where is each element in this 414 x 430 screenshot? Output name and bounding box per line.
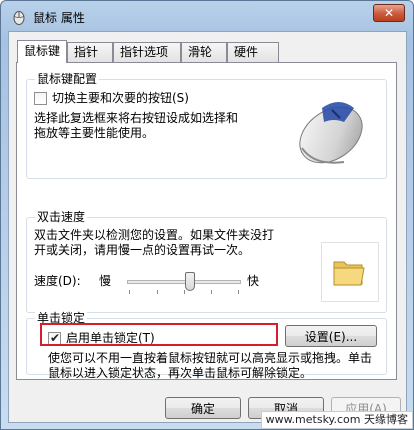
slow-label: 慢 xyxy=(99,274,112,288)
slider-tick xyxy=(157,290,158,294)
button-config-title: 鼠标键配置 xyxy=(35,72,100,86)
tab-wheel[interactable]: 滑轮 xyxy=(181,42,227,62)
test-folder-area[interactable] xyxy=(321,242,379,302)
switch-buttons-checkbox[interactable] xyxy=(34,92,47,105)
mouse-illustration xyxy=(299,102,363,164)
speed-slider-thumb[interactable] xyxy=(185,272,195,291)
speed-label: 速度(D): xyxy=(34,274,81,288)
click-lock-settings-button[interactable]: 设置(E)... xyxy=(285,325,377,347)
close-icon: ✕ xyxy=(383,6,395,20)
slider-tick xyxy=(238,290,239,294)
switch-buttons-label[interactable]: 切换主要和次要的按钮(S) xyxy=(52,91,189,106)
fast-label: 快 xyxy=(247,274,260,288)
mouse-icon xyxy=(13,11,25,25)
tab-buttons[interactable]: 鼠标键 xyxy=(17,40,67,63)
folder-icon[interactable] xyxy=(332,256,366,288)
tab-pointer-options[interactable]: 指针选项 xyxy=(113,42,181,62)
double-click-description: 双击文件夹以检测您的设置。如果文件夹没打开或关闭，请用慢一点的设置再试一次。 xyxy=(34,228,275,257)
slider-tick xyxy=(129,290,130,294)
double-click-group: 双击速度 双击文件夹以检测您的设置。如果文件夹没打开或关闭，请用慢一点的设置再试… xyxy=(26,210,387,313)
title-bar[interactable]: 鼠标 属性 ✕ xyxy=(1,1,413,31)
double-click-title: 双击速度 xyxy=(35,210,88,224)
speed-slider-track[interactable] xyxy=(127,280,241,284)
tab-hardware[interactable]: 硬件 xyxy=(227,42,279,62)
button-config-group: 鼠标键配置 切换主要和次要的按钮(S) 选择此复选框来将右按钮设成如选择和拖放等… xyxy=(26,72,387,179)
watermark: www.metsky.com 天缘博客 xyxy=(260,411,413,429)
slider-tick xyxy=(184,290,185,294)
highlight-frame xyxy=(40,323,278,346)
ok-button[interactable]: 确定 xyxy=(165,397,241,419)
tab-pointers[interactable]: 指针 xyxy=(67,42,113,62)
dialog-body: 鼠标键 指针 指针选项 滑轮 硬件 鼠标键配置 切换主要和次要的按钮(S) 选择… xyxy=(8,31,407,423)
tab-panel: 鼠标键配置 切换主要和次要的按钮(S) 选择此复选框来将右按钮设成如选择和拖放等… xyxy=(16,62,397,380)
mouse-properties-window: 鼠标 属性 ✕ 鼠标键 指针 指针选项 滑轮 硬件 鼠标键配置 切换主要和次要的… xyxy=(0,0,414,430)
window-title: 鼠标 属性 xyxy=(33,11,85,25)
close-button[interactable]: ✕ xyxy=(373,4,405,22)
click-lock-description: 使您可以不用一直按着鼠标按钮就可以高亮显示或拖拽。单击鼠标以进入锁定状态，再次单… xyxy=(48,351,373,380)
slider-tick xyxy=(211,290,212,294)
button-config-description: 选择此复选框来将右按钮设成如选择和拖放等主要性能使用。 xyxy=(34,111,239,140)
